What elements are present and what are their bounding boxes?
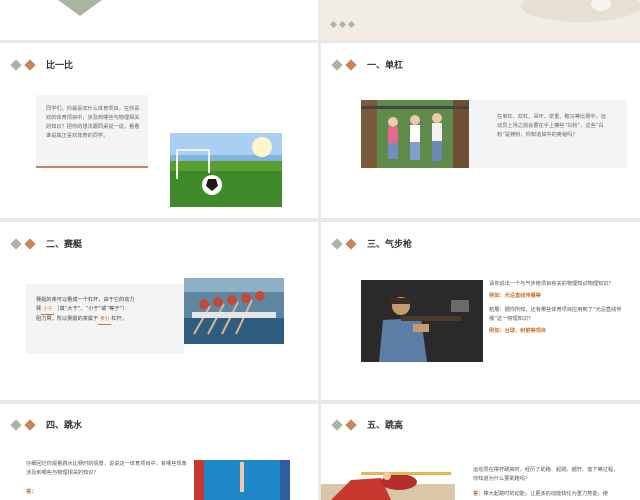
slide-text: 同学们，你最喜欢什么体育项目，在你喜欢的体育项目中，涉及到哪些与物理相关的知识？… [46, 106, 140, 140]
green-diamond-icon [331, 418, 343, 431]
slide-horizontal-bar[interactable]: 一、单杠 在单杠、双杠、吊环、举重、鞍马等比赛中，运动员上场之前会要在手上擦些“… [321, 43, 640, 218]
kids-bar-photo [361, 100, 469, 168]
orange-diamond-icon [345, 418, 357, 431]
slide-header: 四、跳水 [10, 418, 83, 431]
slide-grid: 比一比 同学们，你最喜欢什么体育项目，在你喜欢的体育项目中，涉及到哪些与物理相关… [0, 0, 640, 500]
soccer-photo [170, 133, 282, 207]
answer-blank-1[interactable]: 小于 [41, 306, 55, 315]
answer-label: 答： [473, 491, 484, 497]
slide-title: 四、跳水 [46, 421, 83, 431]
text-fragment: （填“大于”、“小于”或“等于”） [54, 306, 128, 313]
slide-title: 二、赛艇 [46, 240, 83, 250]
triangle-decoration [58, 0, 102, 16]
slide-text: 运动员在撑杆跳高时，经历了助跑、起跳、越杆、落下等过程，你知道为什么要助跑吗？ [473, 467, 619, 483]
text-fragment: 阻力臂，所以赛艇的桨属于 [36, 315, 99, 322]
slide-header: 三、气步枪 [331, 237, 413, 250]
shooter-photo [361, 280, 483, 362]
slide-high-jump[interactable]: 五、跳高 运动员在撑杆跳高时，经历了助跑、起跳、越杆、落下等过程，你知道为什么要… [321, 404, 640, 500]
orange-underline [36, 166, 148, 168]
answer-2: 例如：台球、射箭等项目 [489, 327, 627, 336]
text-line: 赛艇的桨可以看成一个杠杆，由于它的动力 [36, 297, 135, 303]
diving-photo [194, 460, 290, 500]
slide-thumbnail-prev-right[interactable] [321, 0, 640, 40]
slide-air-rifle[interactable]: 三、气步枪 请你说出一个与气步枪项目有关的物理知识物理知识？ 例如：光沿直线传播… [321, 222, 640, 400]
green-diamond-icon [10, 418, 22, 431]
text-fragment: 杠杆。 [111, 315, 127, 322]
answer-label: 例如： [489, 328, 505, 335]
slide-title: 比一比 [46, 61, 74, 71]
slide-title: 五、跳高 [367, 421, 404, 431]
slide-text: 在单杠、双杠、吊环、举重、鞍马等比赛中，运动员上场之前会要在手上擦些“白粉”，这… [497, 114, 606, 139]
orange-diamond-icon [345, 237, 357, 250]
high-jump-illustration [321, 464, 455, 500]
text-line: 阻力臂，所以赛艇的桨属于 费力 杠杆。 [36, 315, 184, 325]
diamond-decoration [329, 20, 358, 29]
orange-diamond-icon [24, 237, 36, 250]
slide-header: 二、赛艇 [10, 237, 83, 250]
text-line: 臂小于 （填“大于”、“小于”或“等于”） [36, 305, 184, 315]
orange-diamond-icon [24, 58, 36, 71]
green-diamond-icon [331, 237, 343, 250]
rowing-photo [184, 278, 284, 344]
slide-header: 比一比 [10, 58, 74, 71]
slide-title: 三、气步枪 [367, 240, 413, 250]
answer-label: 答： [26, 489, 37, 495]
slide-text: 仔细回忆你观看跳水比赛时的情景，说说这一体育项目中，有哪些现象涉及到哪些与物理相… [26, 461, 187, 477]
slide-header: 一、单杠 [331, 58, 404, 71]
sneaker-photo [521, 0, 640, 22]
slide-title: 一、单杠 [367, 61, 404, 71]
answer-1: 例如：光沿直线传播等 [489, 292, 627, 301]
answer-text: 台球、射箭等项目 [504, 328, 547, 335]
green-diamond-icon [331, 58, 343, 71]
green-diamond-icon [10, 58, 22, 71]
slide-diving[interactable]: 四、跳水 仔细回忆你观看跳水比赛时的情景，说说这一体育项目中，有哪些现象涉及到哪… [0, 404, 318, 500]
slide-thumbnail-prev-left[interactable] [0, 0, 318, 40]
question-2: 拓展：据你所知，还有哪些体育项目应用到了“光沿直线传播”这一物理知识？ [489, 307, 622, 323]
answer-text: 光沿直线传播等 [504, 293, 541, 300]
qa-block: 请你说出一个与气步枪项目有关的物理知识物理知识？ 例如：光沿直线传播等 拓展：据… [489, 280, 627, 336]
slide-rowing[interactable]: 二、赛艇 赛艇的桨可以看成一个杠杆，由于它的动力 臂小于 （填“大于”、“小于”或… [0, 222, 318, 400]
slide-header: 五、跳高 [331, 418, 404, 431]
answer-blank-2[interactable]: 费力 [98, 316, 112, 325]
answer-label: 例如： [489, 293, 505, 300]
slide-compare[interactable]: 比一比 同学们，你最喜欢什么体育项目，在你喜欢的体育项目中，涉及到哪些与物理相关… [0, 43, 318, 218]
question-1: 请你说出一个与气步枪项目有关的物理知识物理知识？ [489, 281, 614, 287]
green-diamond-icon [10, 237, 22, 250]
answer-text: 撑大起跳时的动能，让更多的动能转化为重力势能，使 [483, 491, 608, 497]
fill-in-text: 赛艇的桨可以看成一个杠杆，由于它的动力 臂小于 （填“大于”、“小于”或“等于”）… [36, 296, 184, 325]
answer-line: 答：撑大起跳时的动能，让更多的动能转化为重力势能，使 [473, 490, 623, 499]
orange-diamond-icon [345, 58, 357, 71]
orange-diamond-icon [24, 418, 36, 431]
